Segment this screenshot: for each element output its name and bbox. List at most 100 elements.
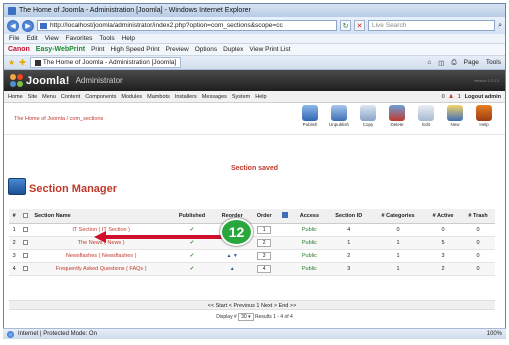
col-number: # (9, 209, 20, 224)
row-checkbox[interactable] (19, 236, 33, 250)
add-favorite-icon[interactable]: ✚ (19, 58, 26, 67)
access-link[interactable]: Public (292, 249, 327, 263)
joomla-logo-text: Joomla! (26, 74, 70, 87)
section-name-link[interactable]: Frequently Asked Questions ( FAQs ) (32, 262, 170, 276)
order-field[interactable]: 1 (250, 223, 278, 237)
delete-icon (389, 105, 405, 121)
col-section-id[interactable]: Section ID (326, 209, 372, 224)
address-bar-row: ◀ ▶ http://localhost/joomla/administrato… (4, 17, 505, 34)
window-title: The Home of Joomla - Administration [Joo… (19, 7, 251, 14)
copy-icon (360, 105, 376, 121)
edit-icon (418, 105, 434, 121)
reorder-icons[interactable]: ▲ ▼ (213, 249, 251, 263)
reorder-icons[interactable]: ▲ (213, 262, 251, 276)
refresh-icon[interactable]: ↻ (340, 20, 351, 31)
admin-menu-messages[interactable]: Messages (202, 94, 227, 100)
order-field[interactable]: 4 (250, 262, 278, 276)
row-number: 3 (9, 249, 20, 263)
favorites-star-icon[interactable]: ★ (8, 58, 15, 67)
display-count-select[interactable]: 30 ▾ (238, 313, 254, 321)
order-field[interactable]: 3 (250, 249, 278, 263)
browser-tab[interactable]: The Home of Joomla - Administration [Joo… (29, 57, 182, 68)
search-icon[interactable]: ⌕ (498, 22, 502, 30)
row-checkbox[interactable] (19, 249, 33, 263)
publish-button[interactable]: Publish (299, 105, 321, 127)
col-active: # Active (424, 209, 462, 224)
new-button[interactable]: New (444, 105, 466, 127)
col-access[interactable]: Access (292, 209, 327, 224)
menu-help[interactable]: Help (122, 35, 135, 42)
menu-view[interactable]: View (45, 35, 59, 42)
new-icon (447, 105, 463, 121)
edit-button[interactable]: Edit (415, 105, 437, 127)
help-icon (476, 105, 492, 121)
order-field[interactable]: 2 (250, 236, 278, 250)
active-count: 5 (424, 236, 462, 250)
access-link[interactable]: Public (292, 223, 327, 237)
access-link[interactable]: Public (292, 236, 327, 250)
back-icon[interactable]: ◀ (7, 19, 19, 32)
categories-count: 1 (371, 262, 425, 276)
admin-menu-home[interactable]: Home (8, 94, 23, 100)
status-zone: Internet | Protected Mode: On (18, 331, 97, 337)
admin-menu-components[interactable]: Components (85, 94, 116, 100)
canon-printlist-button[interactable]: View Print List (249, 46, 290, 53)
menu-tools[interactable]: Tools (99, 35, 114, 42)
copy-button[interactable]: Copy (357, 105, 379, 127)
canon-print-button[interactable]: Print (91, 46, 104, 53)
active-count: 3 (424, 249, 462, 263)
print-icon[interactable]: ⎙ (451, 59, 456, 67)
logout-link[interactable]: Logout admin (465, 94, 501, 100)
easy-webprint-label[interactable]: Easy-WebPrint (36, 46, 85, 53)
tab-bar: ★ ✚ The Home of Joomla - Administration … (4, 56, 505, 70)
pagination[interactable]: << Start < Previous 1 Next > End >> (9, 300, 495, 310)
help-button[interactable]: Help (473, 105, 495, 127)
published-check-icon[interactable]: ✓ (170, 249, 214, 263)
admin-menu-system[interactable]: System (232, 94, 250, 100)
stop-icon[interactable]: ✕ (354, 20, 365, 31)
menu-file[interactable]: File (9, 35, 19, 42)
address-field[interactable]: http://localhost/joomla/administrator/in… (37, 20, 337, 31)
page-menu[interactable]: Page (464, 59, 479, 67)
section-name-link[interactable]: Newsflashes ( Newsflashes ) (32, 249, 170, 263)
row-checkbox[interactable] (19, 223, 33, 237)
breadcrumb: The Home of Joomla / com_sections (14, 115, 104, 122)
row-checkbox[interactable] (19, 262, 33, 276)
save-order-icon[interactable] (277, 209, 293, 224)
menu-edit[interactable]: Edit (26, 35, 37, 42)
tools-menu[interactable]: Tools (486, 59, 501, 67)
search-input[interactable]: Live Search (368, 20, 496, 31)
table-row: 2 The News ( News ) ✓ ▲ ▼ 2 Public 1 1 5… (9, 236, 495, 250)
select-all-checkbox[interactable] (23, 212, 29, 218)
delete-button[interactable]: Delete (386, 105, 408, 127)
categories-count: 1 (371, 236, 425, 250)
admin-menu-content[interactable]: Content (61, 94, 80, 100)
canon-highspeed-button[interactable]: High Speed Print (110, 46, 159, 53)
admin-menu-site[interactable]: Site (28, 94, 37, 100)
feeds-icon[interactable]: ◫ (438, 59, 444, 67)
canon-options-button[interactable]: Options (195, 46, 217, 53)
col-section-name[interactable]: Section Name (32, 209, 170, 224)
access-link[interactable]: Public (292, 262, 327, 276)
categories-count: 0 (371, 223, 425, 237)
administrator-label: Administrator (75, 76, 123, 85)
home-icon[interactable]: ⌂ (427, 59, 431, 67)
joomla-logo-icon (10, 74, 23, 87)
admin-menu-help[interactable]: Help (255, 94, 266, 100)
admin-menu-modules[interactable]: Modules (121, 94, 142, 100)
admin-menu-installers[interactable]: Installers (175, 94, 197, 100)
zoom-level[interactable]: 100% (487, 331, 502, 337)
unpublish-button[interactable]: Unpublish (328, 105, 350, 127)
published-check-icon[interactable]: ✓ (170, 262, 214, 276)
messages-count[interactable]: 0 (442, 94, 445, 100)
col-published[interactable]: Published (170, 209, 214, 224)
admin-menu-menu[interactable]: Menu (42, 94, 56, 100)
menu-favorites[interactable]: Favorites (66, 35, 93, 42)
version-label: version 1.0.13 (473, 78, 499, 83)
canon-preview-button[interactable]: Preview (166, 46, 189, 53)
col-select-all[interactable] (19, 209, 33, 224)
canon-duplex-button[interactable]: Duplex (223, 46, 243, 53)
forward-icon[interactable]: ▶ (22, 19, 34, 32)
col-order[interactable]: Order (250, 209, 278, 224)
admin-menu-mambots[interactable]: Mambots (147, 94, 170, 100)
